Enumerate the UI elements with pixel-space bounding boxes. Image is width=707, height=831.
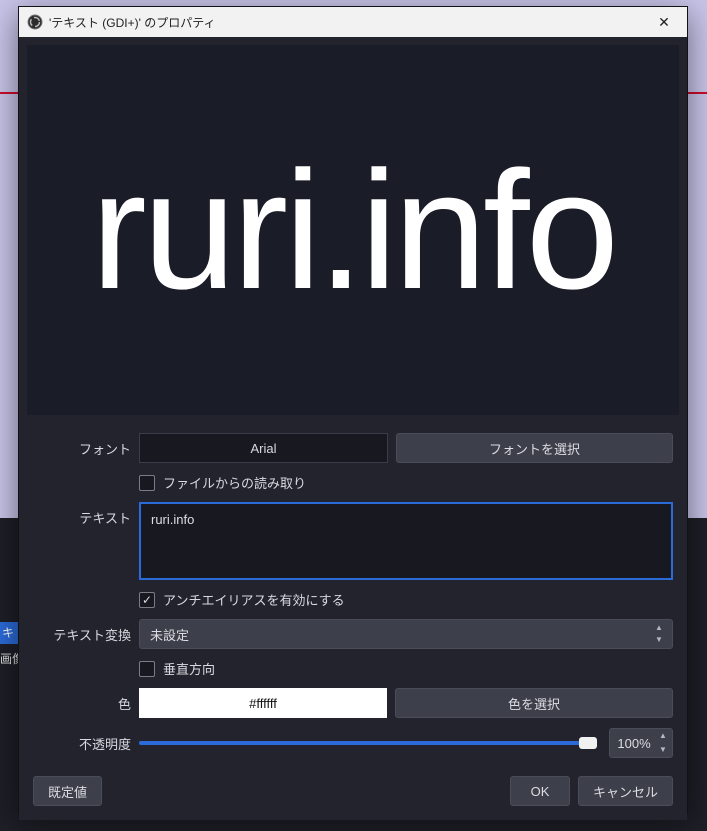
defaults-button[interactable]: 既定値	[33, 776, 102, 806]
opacity-slider[interactable]	[139, 733, 597, 753]
antialias-checkbox[interactable]	[139, 592, 155, 608]
window-title: 'テキスト (GDI+)' のプロパティ	[49, 14, 641, 31]
transform-select[interactable]: 未設定 ▲▼	[139, 619, 673, 649]
text-preview: ruri.info	[27, 45, 679, 415]
properties-dialog: 'テキスト (GDI+)' のプロパティ ✕ ruri.info フォント Ar…	[18, 6, 688, 814]
choose-font-button[interactable]: フォントを選択	[396, 433, 673, 463]
opacity-value: 100%	[617, 736, 650, 751]
read-from-file-label: ファイルからの読み取り	[163, 473, 306, 492]
read-from-file-checkbox[interactable]	[139, 475, 155, 491]
obs-icon	[27, 14, 43, 30]
close-button[interactable]: ✕	[641, 7, 687, 37]
transform-value: 未設定	[150, 625, 189, 644]
close-icon: ✕	[658, 14, 670, 31]
font-label: フォント	[33, 433, 131, 458]
vertical-label: 垂直方向	[163, 659, 215, 678]
color-swatch[interactable]: #ffffff	[139, 688, 387, 718]
font-family-display: Arial	[139, 433, 388, 463]
chevron-updown-icon: ▲▼	[652, 624, 666, 644]
titlebar: 'テキスト (GDI+)' のプロパティ ✕	[19, 7, 687, 37]
choose-color-button[interactable]: 色を選択	[395, 688, 673, 718]
transform-label: テキスト変換	[33, 619, 131, 644]
opacity-label: 不透明度	[33, 728, 131, 753]
background-fragment: キ	[0, 622, 20, 644]
text-input[interactable]	[139, 502, 673, 580]
text-label: テキスト	[33, 502, 131, 527]
preview-text: ruri.info	[91, 146, 615, 314]
ok-button[interactable]: OK	[510, 776, 570, 806]
chevron-updown-icon: ▲▼	[657, 732, 669, 754]
slider-thumb[interactable]	[579, 737, 597, 749]
color-label: 色	[33, 688, 131, 713]
opacity-spinbox[interactable]: 100% ▲▼	[609, 728, 673, 758]
antialias-label: アンチエイリアスを有効にする	[163, 590, 345, 609]
cancel-button[interactable]: キャンセル	[578, 776, 673, 806]
vertical-checkbox[interactable]	[139, 661, 155, 677]
